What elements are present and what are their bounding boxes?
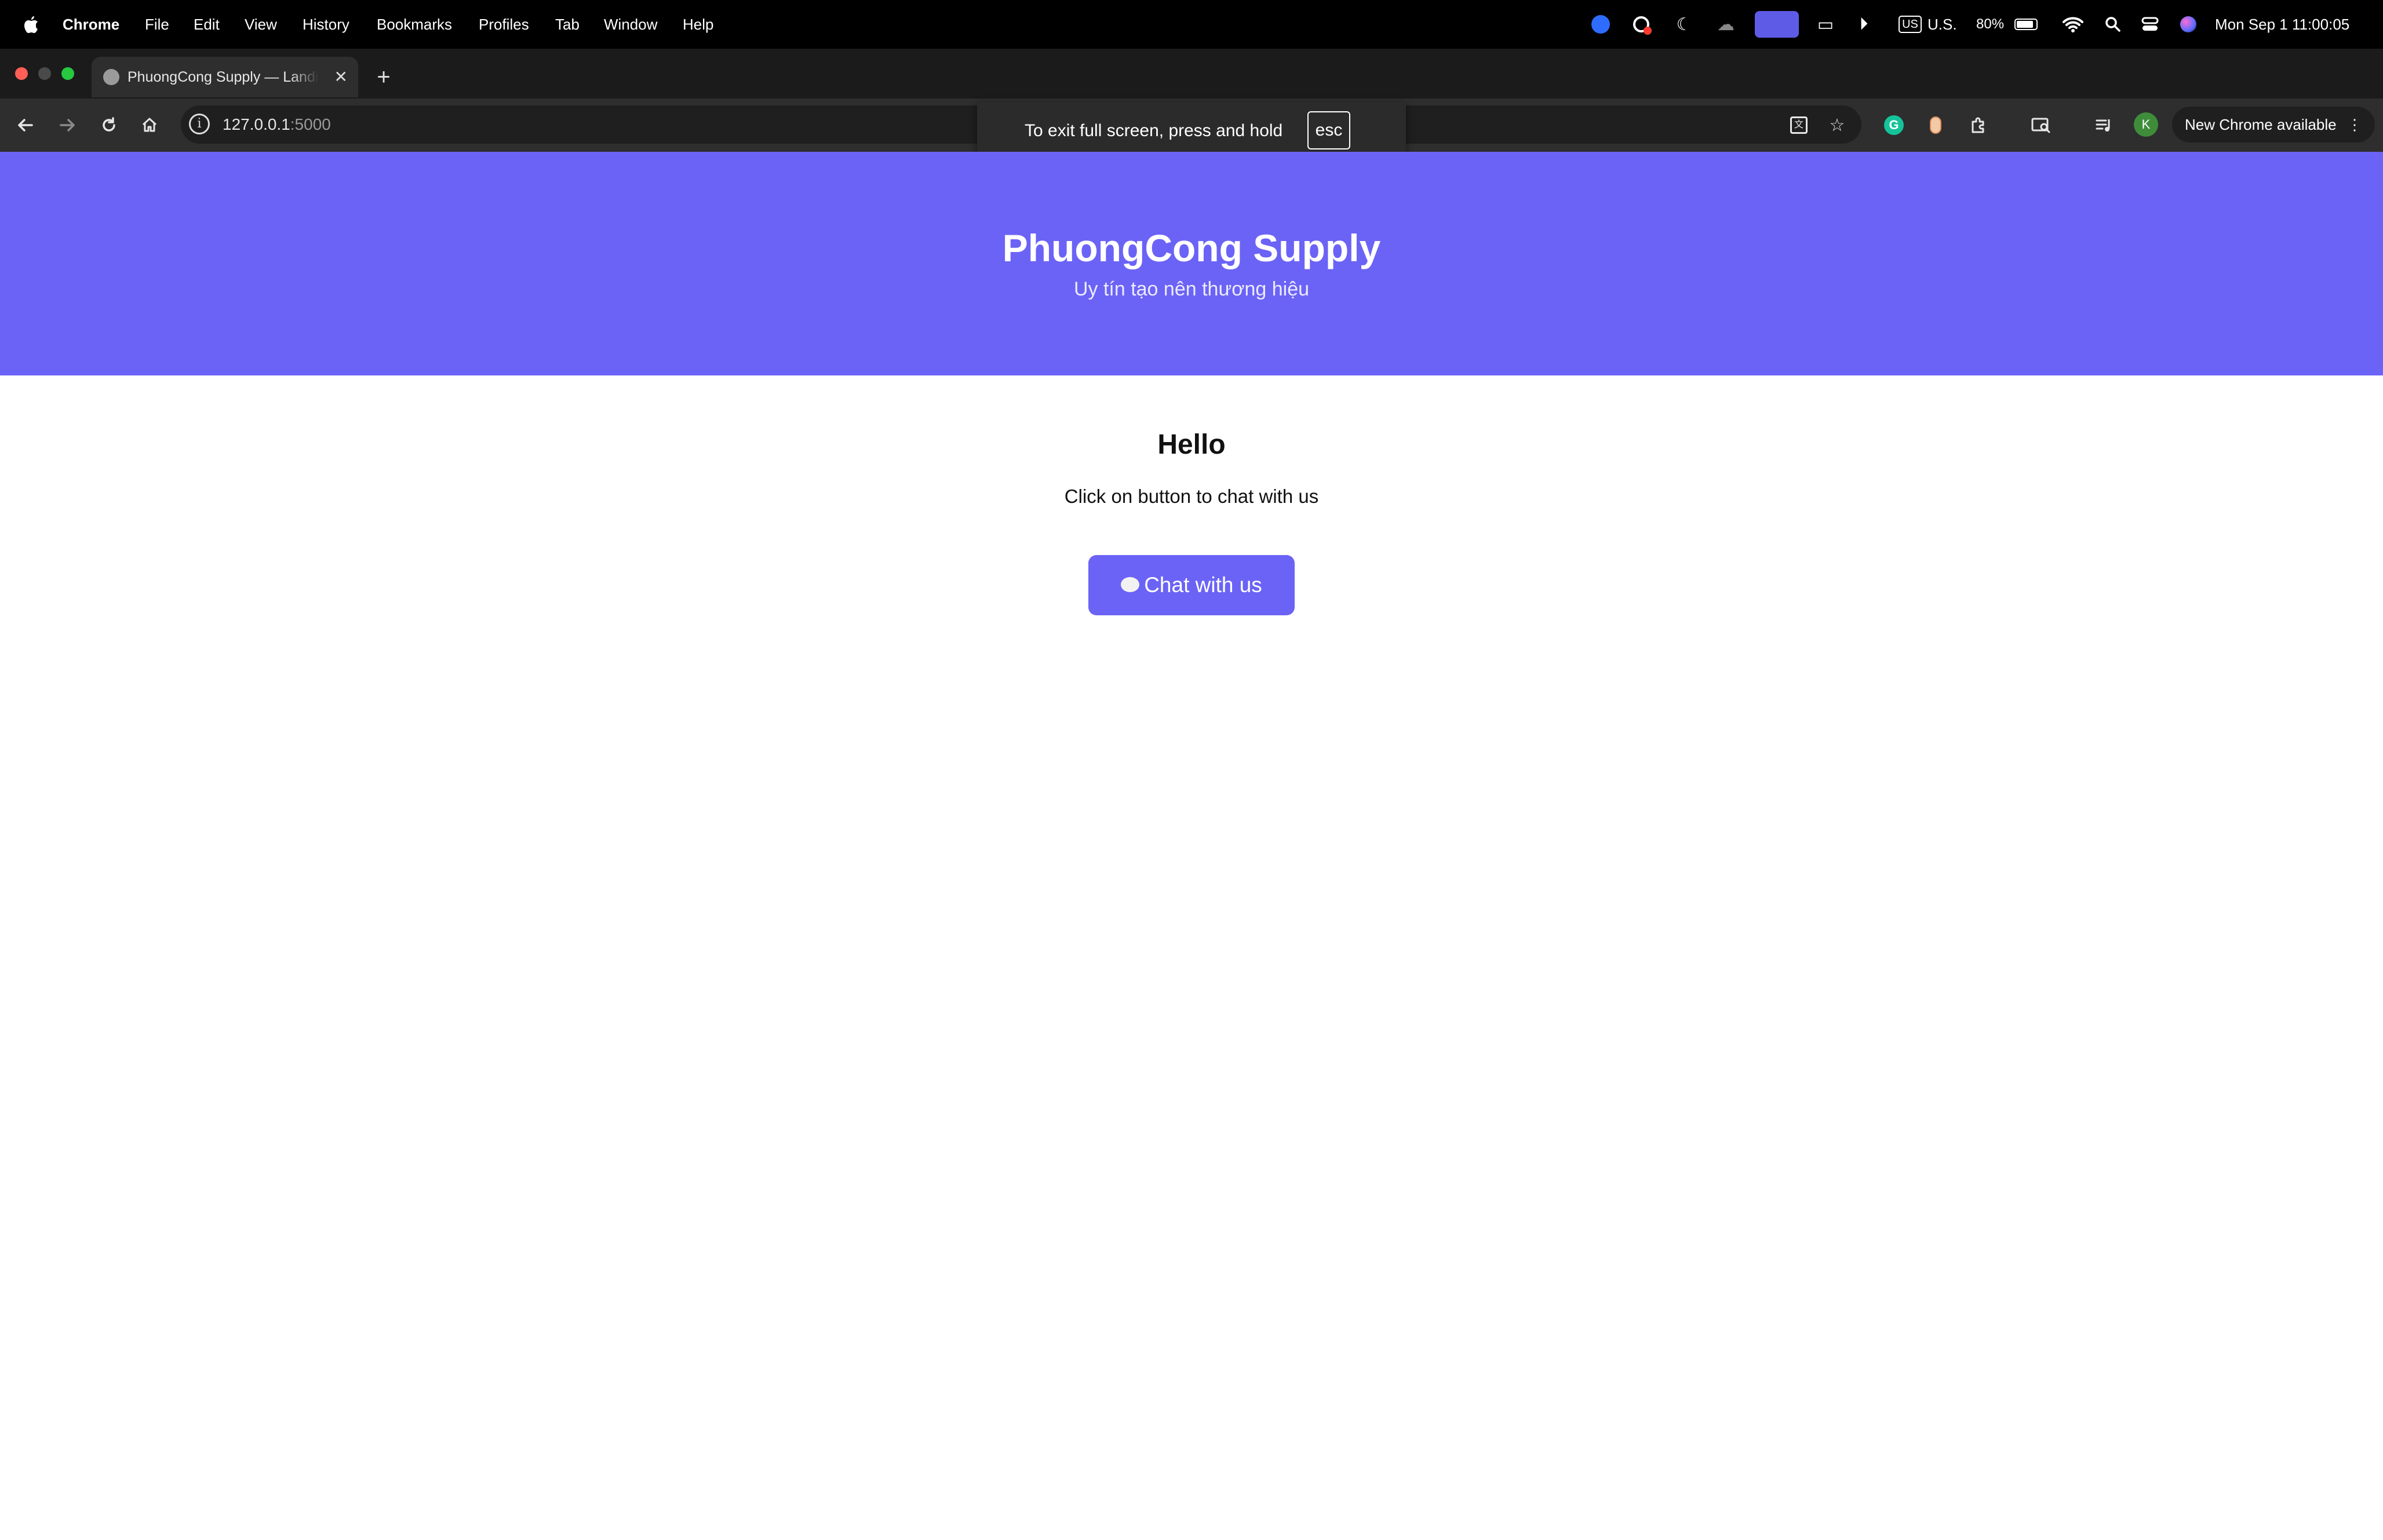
display-icon[interactable]: ▭ [1814, 0, 1837, 49]
screen-record-icon[interactable] [1628, 0, 1654, 49]
play-icon[interactable]: ⏵ [1852, 0, 1875, 49]
new-tab-button[interactable]: + [371, 57, 396, 97]
page-subtext: Click on button to chat with us [1064, 486, 1319, 507]
chat-with-us-button[interactable]: Chat with us [1088, 555, 1295, 615]
back-button[interactable] [8, 98, 43, 152]
window-fullscreen-button[interactable] [61, 67, 74, 80]
bookmark-star-icon[interactable]: ☆ [1820, 98, 1854, 152]
media-controls-icon[interactable] [2086, 98, 2121, 152]
zoom-icon[interactable] [1589, 0, 1612, 49]
apple-icon[interactable] [20, 0, 43, 49]
menu-bar-clock[interactable]: Mon Sep 1 11:00:05 [2215, 0, 2349, 49]
battery-icon[interactable] [2011, 0, 2041, 49]
kebab-menu-icon: ⋮ [2347, 116, 2362, 133]
globe-icon [103, 69, 119, 85]
fullscreen-exit-message: To exit full screen, press and hold [1025, 121, 1283, 140]
tab-close-icon[interactable]: ✕ [334, 57, 348, 97]
menu-window[interactable]: Window [604, 0, 657, 49]
screen-mirroring-icon[interactable] [1755, 0, 1799, 49]
esc-key-badge: esc [1307, 111, 1350, 149]
grammarly-extension-icon[interactable]: G [1876, 98, 1911, 152]
menu-file[interactable]: File [145, 0, 169, 49]
reload-button[interactable] [92, 98, 126, 152]
window-close-button[interactable] [15, 67, 28, 80]
site-info-icon[interactable]: i [189, 114, 210, 134]
extensions-puzzle-icon[interactable] [1961, 98, 1996, 152]
chat-button-label: Chat with us [1144, 573, 1262, 597]
spotlight-icon[interactable] [2101, 0, 2125, 49]
profile-avatar[interactable]: K [2134, 112, 2158, 137]
fullscreen-exit-bubble: To exit full screen, press and hold esc [977, 102, 1406, 160]
control-center-icon[interactable] [2138, 0, 2162, 49]
menu-app-chrome[interactable]: Chrome [63, 0, 119, 49]
new-chrome-available-button[interactable]: New Chrome available ⋮ [2172, 107, 2375, 143]
tab-active[interactable]: PhuongCong Supply — Landing Page ✕ [92, 57, 358, 97]
window-minimize-button[interactable] [38, 67, 51, 80]
input-source-label[interactable]: U.S. [1927, 0, 1957, 49]
site-tagline: Uy tín tạo nên thương hiệu [1073, 278, 1310, 300]
tab-search-icon[interactable] [2024, 98, 2058, 152]
speech-bubble-icon [1121, 577, 1140, 592]
forward-button[interactable] [50, 98, 85, 152]
menu-history[interactable]: History [303, 0, 349, 49]
menu-help[interactable]: Help [683, 0, 713, 49]
address-bar-url: 127.0.0.1:5000 [223, 115, 331, 133]
translate-icon[interactable]: 文 [1781, 98, 1816, 152]
input-source-badge[interactable]: US [1897, 0, 1923, 49]
site-title: PhuongCong Supply [1002, 227, 1381, 269]
hero-banner: PhuongCong Supply Uy tín tạo nên thương … [0, 152, 2383, 375]
wifi-icon[interactable] [2061, 0, 2085, 49]
menu-view[interactable]: View [245, 0, 277, 49]
menu-bookmarks[interactable]: Bookmarks [377, 0, 452, 49]
battery-percent[interactable]: 80% [1976, 0, 2004, 49]
moon-icon[interactable]: ☾ [1674, 0, 1695, 49]
cloud-icon[interactable]: ☁ [1710, 0, 1742, 49]
tab-title: PhuongCong Supply — Landing Page [127, 69, 319, 85]
menu-edit[interactable]: Edit [194, 0, 220, 49]
menu-profiles[interactable]: Profiles [479, 0, 529, 49]
page-heading: Hello [1157, 429, 1226, 460]
macos-menu-bar: Chrome File Edit View History Bookmarks … [0, 0, 2383, 49]
home-button[interactable] [132, 98, 167, 152]
menu-tab[interactable]: Tab [555, 0, 580, 49]
siri-icon[interactable] [2177, 0, 2200, 49]
extension-icon[interactable] [1918, 98, 1953, 152]
